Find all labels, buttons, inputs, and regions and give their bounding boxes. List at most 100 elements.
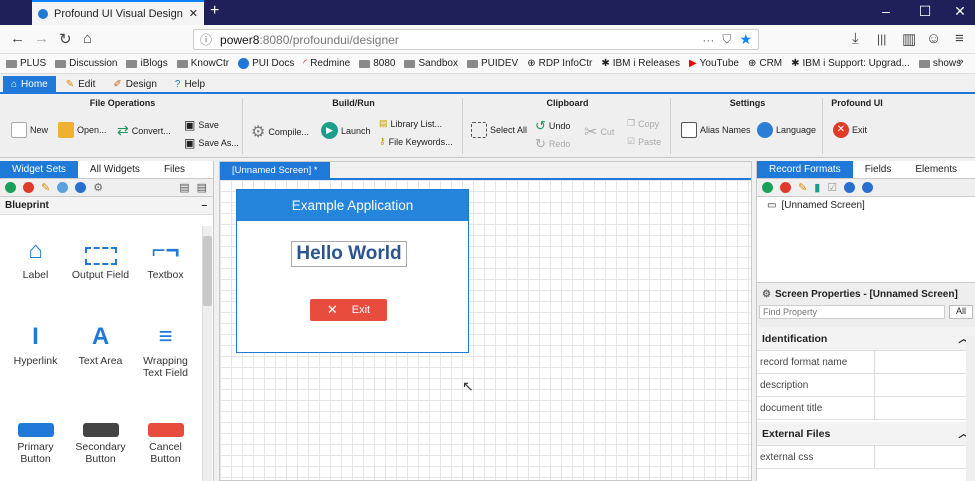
back-icon[interactable]: ← <box>10 30 25 47</box>
property-row[interactable]: record format name <box>757 351 975 374</box>
convert-button[interactable]: ⇄ Convert... <box>117 122 171 139</box>
widget-text-area[interactable]: A Text Area <box>68 309 133 395</box>
home-icon[interactable]: ⌂ <box>83 30 92 47</box>
sidebar-icon[interactable]: ▥ <box>902 30 916 48</box>
db-icon[interactable]: ▤ <box>179 181 189 194</box>
property-row[interactable]: description <box>757 374 975 397</box>
add-icon[interactable] <box>5 182 16 193</box>
maximize-icon[interactable]: ☐ <box>905 3 945 20</box>
tab-record-formats[interactable]: Record Formats <box>757 161 853 178</box>
widget-set-header[interactable]: Blueprint – <box>0 197 213 215</box>
widget-wrapping-text-field[interactable]: ≡ Wrapping Text Field <box>133 309 198 395</box>
tab-widget-sets[interactable]: Widget Sets <box>0 161 78 178</box>
browser-tab[interactable]: Profound UI Visual Designer ✕ <box>32 0 204 25</box>
file-keywords-button[interactable]: ⚷ File Keywords... <box>379 136 453 147</box>
bookmark-item[interactable]: ✱ IBM i Support: Upgrad... <box>791 58 910 69</box>
undo-button[interactable]: ↺ Undo <box>535 118 570 134</box>
copy-icon[interactable]: ▮ <box>814 181 820 194</box>
download-icon[interactable]: ⤓ <box>852 30 859 47</box>
find-property-input[interactable] <box>759 305 945 319</box>
alias-names-button[interactable]: Alias Names <box>681 122 751 138</box>
open-button[interactable]: Open... <box>58 122 107 138</box>
close-tab-icon[interactable]: ✕ <box>189 7 198 20</box>
more-bookmarks-icon[interactable]: » <box>958 56 964 67</box>
language-button[interactable]: Language <box>757 122 816 138</box>
pocket-icon[interactable]: ⛉ <box>722 32 731 47</box>
info-icon[interactable]: ⓘ <box>200 31 212 48</box>
property-row[interactable]: document title <box>757 397 975 420</box>
bookmark-item[interactable]: ⊕ CRM <box>748 58 782 69</box>
widget-hyperlink[interactable]: I Hyperlink <box>3 309 68 395</box>
widget-primary-button[interactable]: Primary Button <box>3 395 68 481</box>
tab-unnamed-screen[interactable]: [Unnamed Screen] * <box>220 162 330 178</box>
close-window-icon[interactable]: ✕ <box>940 3 975 20</box>
settings-icon[interactable]: ⚙ <box>93 181 103 194</box>
url-bar[interactable]: ⓘ power8:8080/profoundui/designer ··· ⛉ … <box>193 29 759 50</box>
move-down-icon[interactable] <box>75 182 87 193</box>
new-button[interactable]: New <box>11 122 48 138</box>
tab-design[interactable]: ✐ Design <box>105 76 165 93</box>
bookmark-item[interactable]: 8080 <box>359 58 395 69</box>
bookmark-item[interactable]: PLUS <box>6 58 46 69</box>
property-row[interactable]: external css <box>757 446 975 469</box>
move-down-icon[interactable] <box>862 182 874 193</box>
save-as-button[interactable]: ▣ Save As... <box>184 136 239 150</box>
bookmark-item[interactable]: PUI Docs <box>238 58 294 69</box>
widget-output-field[interactable]: Output Field <box>68 223 133 309</box>
new-tab-icon[interactable]: + <box>210 2 219 20</box>
remove-icon[interactable] <box>23 182 34 193</box>
forward-icon[interactable]: → <box>34 30 49 47</box>
edit-icon[interactable]: ✎ <box>41 181 50 194</box>
all-button[interactable]: All <box>948 305 973 319</box>
compile-button[interactable]: ⚙ Compile... <box>251 122 309 142</box>
bookmark-item[interactable]: ✱ IBM i Releases <box>601 58 680 69</box>
add-icon[interactable] <box>762 182 773 193</box>
check-icon[interactable]: ☑ <box>827 181 837 194</box>
bookmark-item[interactable]: ▶ YouTube <box>689 58 739 69</box>
tab-edit[interactable]: ✎ Edit <box>58 76 104 93</box>
widget-secondary-button[interactable]: Secondary Button <box>68 395 133 481</box>
menu-icon[interactable]: ≡ <box>955 30 964 47</box>
tab-help[interactable]: ? Help <box>167 76 213 93</box>
bookmark-item[interactable]: Discussion <box>55 58 117 69</box>
widget-label[interactable]: ⌂ Label <box>3 223 68 309</box>
widget-textbox[interactable]: ⌐¬ Textbox <box>133 223 198 309</box>
redo-button[interactable]: ↻ Redo <box>535 136 570 152</box>
exit-designer-button[interactable]: ✕ Exit <box>833 122 867 138</box>
bookmark-item[interactable]: Sandbox <box>404 58 458 69</box>
launch-button[interactable]: ▶ Launch <box>321 122 371 139</box>
bookmark-item[interactable]: ⊕ RDP InfoCtr <box>527 58 592 69</box>
cut-button[interactable]: ✂ Cut <box>584 122 614 142</box>
library-icon[interactable]: ||| <box>877 32 886 46</box>
section-external-files[interactable]: External Files ︿ <box>757 422 975 446</box>
tree-item-screen[interactable]: [Unnamed Screen] <box>781 200 864 279</box>
widget-cancel-button[interactable]: Cancel Button <box>133 395 198 481</box>
move-up-icon[interactable] <box>844 182 856 193</box>
scrollbar[interactable] <box>966 336 975 481</box>
tab-files[interactable]: Files <box>152 161 197 178</box>
tab-home[interactable]: ⌂ Home <box>3 76 56 93</box>
scrollbar[interactable] <box>202 226 212 481</box>
extension-icon[interactable]: ☺ <box>926 30 941 47</box>
bookmark-star-icon[interactable]: ★ <box>739 31 752 48</box>
bookmark-item[interactable]: shows <box>918 58 961 69</box>
bookmark-item[interactable]: KnowCtr <box>176 58 229 69</box>
hello-world-label[interactable]: Hello World <box>291 241 407 267</box>
bookmark-item[interactable]: PUIDEV <box>466 58 518 69</box>
library-list-button[interactable]: ▤ Library List... <box>379 118 442 129</box>
save-button[interactable]: ▣ Save <box>184 118 219 132</box>
bookmark-item[interactable]: iBlogs <box>126 58 168 69</box>
example-panel[interactable]: Example Application Hello World ✕ Exit <box>236 189 469 353</box>
select-all-button[interactable]: Select All <box>471 122 527 138</box>
db-save-icon[interactable]: ▤ <box>197 181 207 194</box>
page-actions-icon[interactable]: ··· <box>702 33 714 47</box>
remove-icon[interactable] <box>780 182 791 193</box>
tab-elements[interactable]: Elements <box>903 161 969 178</box>
section-identification[interactable]: Identification ︿ <box>757 327 975 351</box>
tab-all-widgets[interactable]: All Widgets <box>78 161 152 178</box>
tab-fields[interactable]: Fields <box>853 161 904 178</box>
paste-button[interactable]: ☑ Paste <box>627 136 661 147</box>
reload-icon[interactable]: ↻ <box>59 30 72 48</box>
edit-icon[interactable]: ✎ <box>798 181 807 194</box>
collapse-icon[interactable]: – <box>201 200 207 211</box>
